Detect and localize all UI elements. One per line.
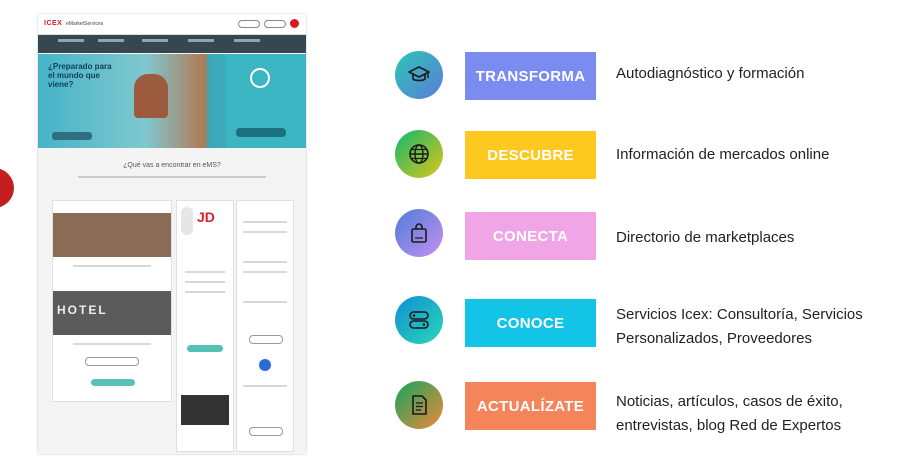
globe-icon bbox=[395, 130, 443, 178]
section-question: ¿Qué vas a encontrar en eMS? bbox=[123, 162, 221, 169]
conecta-description: Directorio de marketplaces bbox=[616, 229, 795, 246]
news-column bbox=[236, 200, 294, 452]
jd-logo: JD bbox=[197, 209, 215, 225]
hotel-sign: HOTEL bbox=[57, 303, 108, 317]
autodiagnostico-button bbox=[236, 128, 286, 137]
conoce-description: Servicios Icex: Consultoría, Servicios P… bbox=[616, 303, 863, 351]
brand-name: eMarketServices bbox=[66, 21, 104, 27]
site-nav bbox=[38, 35, 306, 53]
actualizate-description: Noticias, artículos, casos de éxito, ent… bbox=[616, 390, 843, 438]
document-icon bbox=[395, 381, 443, 429]
hotel-image: HOTEL bbox=[53, 291, 171, 335]
site-header: ICEX eMarketServices bbox=[38, 14, 306, 35]
icex-logo: ICEX bbox=[44, 20, 63, 27]
descubre-description: Información de mercados online bbox=[616, 146, 830, 163]
hero-banner: ¿Preparado para el mundo que viene? bbox=[38, 54, 306, 148]
conecta-label: CONECTA bbox=[465, 212, 596, 260]
conoce-description-line-1: Servicios Icex: Consultoría, Servicios bbox=[616, 306, 863, 323]
actualizate-description-line-2: entrevistas, blog Red de Expertos bbox=[616, 417, 842, 434]
hero-button bbox=[52, 132, 92, 140]
check-icon bbox=[250, 68, 270, 88]
hero-title: ¿Preparado para el mundo que viene? bbox=[48, 62, 112, 89]
hero-person bbox=[134, 74, 168, 118]
transforma-description: Autodiagnóstico y formación bbox=[616, 65, 805, 82]
circle-icon bbox=[259, 359, 271, 371]
conoce-description-line-2: Personalizados, Proveedores bbox=[616, 330, 812, 347]
red-circle-decoration bbox=[0, 168, 14, 208]
services-image bbox=[53, 213, 171, 257]
graduation-cap-icon bbox=[395, 51, 443, 99]
actualizate-description-line-1: Noticias, artículos, casos de éxito, bbox=[616, 393, 843, 410]
city-skyline-image bbox=[181, 395, 229, 425]
conoce-label: CONOCE bbox=[465, 299, 596, 347]
transforma-label: TRANSFORMA bbox=[465, 52, 596, 100]
shopping-bag-icon bbox=[395, 209, 443, 257]
website-screenshot: ICEX eMarketServices ¿Preparado para el … bbox=[38, 14, 306, 454]
user-avatar bbox=[290, 19, 299, 28]
services-column: HOTEL bbox=[52, 200, 172, 402]
actualizate-label: ACTUALÍZATE bbox=[465, 382, 596, 430]
descubre-label: DESCUBRE bbox=[465, 131, 596, 179]
link-icon bbox=[395, 296, 443, 344]
login-pill bbox=[238, 20, 260, 28]
register-pill bbox=[264, 20, 286, 28]
partner-column: JD bbox=[176, 200, 234, 452]
